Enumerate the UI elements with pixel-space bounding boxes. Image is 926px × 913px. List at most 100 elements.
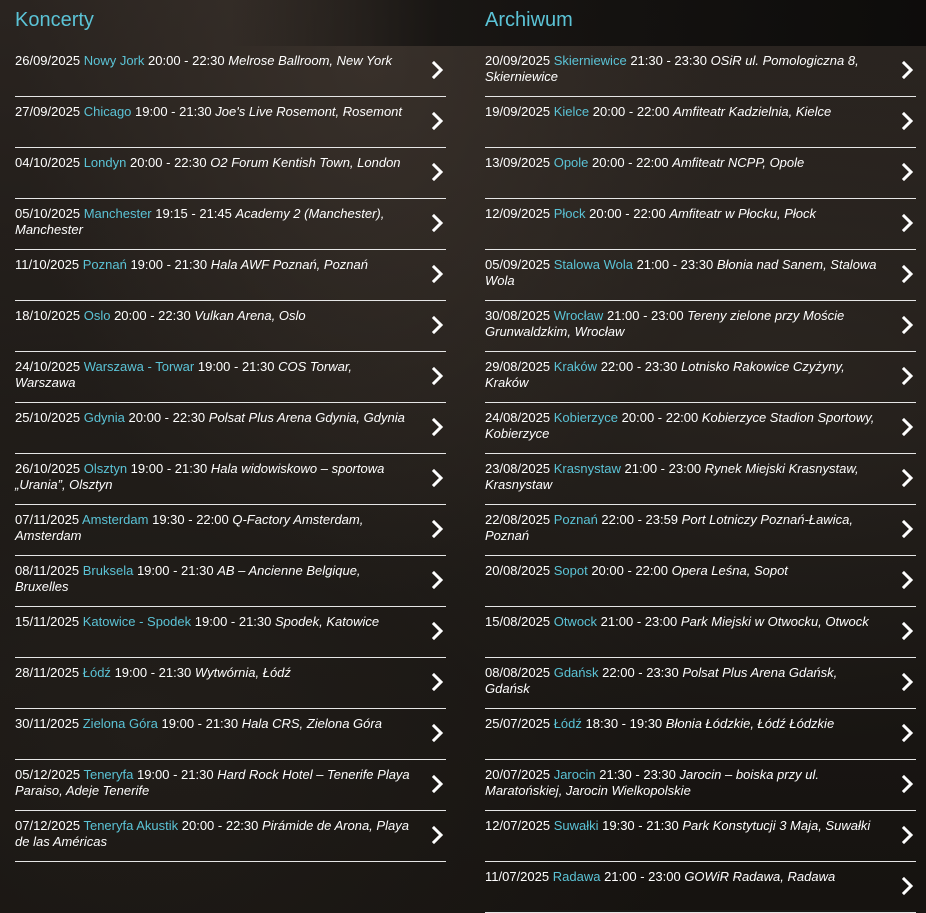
event-row[interactable]: 30/11/2025 Zielona Góra 19:00 - 21:30 Ha… <box>15 709 446 760</box>
event-row[interactable]: 20/07/2025 Jarocin 21:30 - 23:30 Jarocin… <box>485 760 916 811</box>
event-row[interactable]: 11/07/2025 Radawa 21:00 - 23:00 GOWiR Ra… <box>485 862 916 913</box>
event-row[interactable]: 24/10/2025 Warszawa - Torwar 19:00 - 21:… <box>15 352 446 403</box>
chevron-right-icon[interactable] <box>432 112 444 130</box>
event-city[interactable]: Łódź <box>554 716 582 731</box>
event-city[interactable]: Nowy Jork <box>84 53 145 68</box>
event-city[interactable]: Wrocław <box>554 308 604 323</box>
chevron-right-icon[interactable] <box>902 214 914 232</box>
event-row[interactable]: 20/09/2025 Skierniewice 21:30 - 23:30 OS… <box>485 46 916 97</box>
event-city[interactable]: Radawa <box>553 869 601 884</box>
event-row[interactable]: 08/08/2025 Gdańsk 22:00 - 23:30 Polsat P… <box>485 658 916 709</box>
chevron-right-icon[interactable] <box>902 877 914 895</box>
chevron-right-icon[interactable] <box>902 112 914 130</box>
chevron-right-icon[interactable] <box>432 367 444 385</box>
event-city[interactable]: Poznań <box>554 512 598 527</box>
chevron-right-icon[interactable] <box>902 418 914 436</box>
event-row[interactable]: 13/09/2025 Opole 20:00 - 22:00 Amfiteatr… <box>485 148 916 199</box>
event-row[interactable]: 25/10/2025 Gdynia 20:00 - 22:30 Polsat P… <box>15 403 446 454</box>
event-city[interactable]: Oslo <box>84 308 111 323</box>
chevron-right-icon[interactable] <box>432 316 444 334</box>
event-row[interactable]: 24/08/2025 Kobierzyce 20:00 - 22:00 Kobi… <box>485 403 916 454</box>
chevron-right-icon[interactable] <box>432 826 444 844</box>
event-city[interactable]: Jarocin <box>554 767 596 782</box>
event-city[interactable]: Kielce <box>554 104 589 119</box>
event-date: 30/08/2025 <box>485 308 551 323</box>
event-row[interactable]: 25/07/2025 Łódź 18:30 - 19:30 Błonia Łód… <box>485 709 916 760</box>
chevron-right-icon[interactable] <box>902 673 914 691</box>
event-city[interactable]: Chicago <box>84 104 132 119</box>
chevron-right-icon[interactable] <box>902 826 914 844</box>
chevron-right-icon[interactable] <box>432 775 444 793</box>
event-row[interactable]: 05/12/2025 Teneryfa 19:00 - 21:30 Hard R… <box>15 760 446 811</box>
chevron-right-icon[interactable] <box>432 673 444 691</box>
event-row[interactable]: 07/12/2025 Teneryfa Akustik 20:00 - 22:3… <box>15 811 446 862</box>
event-row[interactable]: 12/07/2025 Suwałki 19:30 - 21:30 Park Ko… <box>485 811 916 862</box>
event-city[interactable]: Gdynia <box>84 410 125 425</box>
event-city[interactable]: Zielona Góra <box>83 716 158 731</box>
event-city[interactable]: Kobierzyce <box>554 410 618 425</box>
event-city[interactable]: Suwałki <box>554 818 599 833</box>
event-row[interactable]: 20/08/2025 Sopot 20:00 - 22:00 Opera Leś… <box>485 556 916 607</box>
event-row[interactable]: 27/09/2025 Chicago 19:00 - 21:30 Joe's L… <box>15 97 446 148</box>
event-city[interactable]: Gdańsk <box>554 665 599 680</box>
chevron-right-icon[interactable] <box>902 265 914 283</box>
chevron-right-icon[interactable] <box>432 265 444 283</box>
chevron-right-icon[interactable] <box>432 520 444 538</box>
chevron-right-icon[interactable] <box>902 775 914 793</box>
event-city[interactable]: Warszawa - Torwar <box>84 359 195 374</box>
event-city[interactable]: Opole <box>554 155 589 170</box>
chevron-right-icon[interactable] <box>432 571 444 589</box>
chevron-right-icon[interactable] <box>432 469 444 487</box>
event-row[interactable]: 26/10/2025 Olsztyn 19:00 - 21:30 Hala wi… <box>15 454 446 505</box>
chevron-right-icon[interactable] <box>432 622 444 640</box>
event-row[interactable]: 30/08/2025 Wrocław 21:00 - 23:00 Tereny … <box>485 301 916 352</box>
chevron-right-icon[interactable] <box>432 418 444 436</box>
event-city[interactable]: Teneryfa <box>83 767 133 782</box>
chevron-right-icon[interactable] <box>432 163 444 181</box>
event-row[interactable]: 08/11/2025 Bruksela 19:00 - 21:30 AB – A… <box>15 556 446 607</box>
event-row[interactable]: 15/08/2025 Otwock 21:00 - 23:00 Park Mie… <box>485 607 916 658</box>
chevron-right-icon[interactable] <box>902 316 914 334</box>
chevron-right-icon[interactable] <box>902 61 914 79</box>
event-city[interactable]: Katowice - Spodek <box>83 614 191 629</box>
event-row[interactable]: 22/08/2025 Poznań 22:00 - 23:59 Port Lot… <box>485 505 916 556</box>
event-city[interactable]: Płock <box>554 206 586 221</box>
event-row[interactable]: 04/10/2025 Londyn 20:00 - 22:30 O2 Forum… <box>15 148 446 199</box>
event-city[interactable]: Manchester <box>84 206 152 221</box>
chevron-right-icon[interactable] <box>902 520 914 538</box>
chevron-right-icon[interactable] <box>432 214 444 232</box>
event-row[interactable]: 05/09/2025 Stalowa Wola 21:00 - 23:30 Bł… <box>485 250 916 301</box>
event-row[interactable]: 26/09/2025 Nowy Jork 20:00 - 22:30 Melro… <box>15 46 446 97</box>
event-row[interactable]: 23/08/2025 Krasnystaw 21:00 - 23:00 Ryne… <box>485 454 916 505</box>
chevron-right-icon[interactable] <box>902 724 914 742</box>
chevron-right-icon[interactable] <box>902 367 914 385</box>
chevron-right-icon[interactable] <box>902 163 914 181</box>
event-city[interactable]: Skierniewice <box>554 53 627 68</box>
event-row[interactable]: 07/11/2025 Amsterdam 19:30 - 22:00 Q-Fac… <box>15 505 446 556</box>
event-city[interactable]: Krasnystaw <box>554 461 621 476</box>
chevron-right-icon[interactable] <box>902 571 914 589</box>
chevron-right-icon[interactable] <box>902 622 914 640</box>
event-city[interactable]: Łódź <box>83 665 111 680</box>
chevron-right-icon[interactable] <box>432 61 444 79</box>
event-row[interactable]: 15/11/2025 Katowice - Spodek 19:00 - 21:… <box>15 607 446 658</box>
event-row[interactable]: 19/09/2025 Kielce 20:00 - 22:00 Amfiteat… <box>485 97 916 148</box>
event-row[interactable]: 18/10/2025 Oslo 20:00 - 22:30 Vulkan Are… <box>15 301 446 352</box>
event-row[interactable]: 05/10/2025 Manchester 19:15 - 21:45 Acad… <box>15 199 446 250</box>
event-city[interactable]: Stalowa Wola <box>554 257 633 272</box>
event-city[interactable]: Londyn <box>84 155 127 170</box>
event-city[interactable]: Olsztyn <box>84 461 127 476</box>
event-city[interactable]: Bruksela <box>83 563 134 578</box>
chevron-right-icon[interactable] <box>432 724 444 742</box>
event-city[interactable]: Otwock <box>554 614 597 629</box>
event-row[interactable]: 28/11/2025 Łódź 19:00 - 21:30 Wytwórnia,… <box>15 658 446 709</box>
event-city[interactable]: Sopot <box>554 563 588 578</box>
event-row[interactable]: 29/08/2025 Kraków 22:00 - 23:30 Lotnisko… <box>485 352 916 403</box>
event-city[interactable]: Poznań <box>83 257 127 272</box>
event-row[interactable]: 11/10/2025 Poznań 19:00 - 21:30 Hala AWF… <box>15 250 446 301</box>
event-city[interactable]: Kraków <box>554 359 597 374</box>
event-city[interactable]: Amsterdam <box>82 512 148 527</box>
chevron-right-icon[interactable] <box>902 469 914 487</box>
event-row[interactable]: 12/09/2025 Płock 20:00 - 22:00 Amfiteatr… <box>485 199 916 250</box>
event-city[interactable]: Teneryfa Akustik <box>83 818 178 833</box>
